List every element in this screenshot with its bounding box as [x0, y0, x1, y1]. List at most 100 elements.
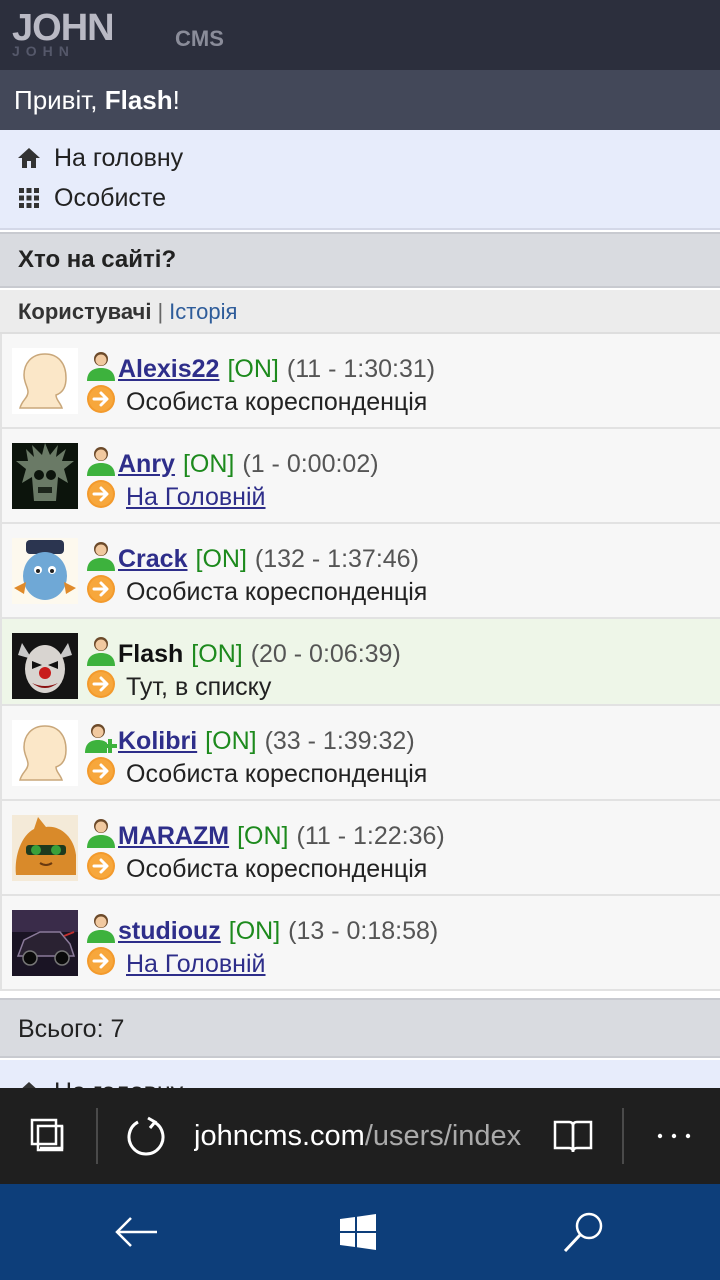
toolbar-divider — [96, 1108, 98, 1164]
nav-home-label: На головну — [54, 143, 184, 172]
username-link: Flash — [118, 639, 184, 668]
grid-icon — [19, 188, 39, 208]
tab-history[interactable]: Історія — [169, 299, 237, 324]
tab-users: Користувачі — [18, 299, 152, 324]
more-button[interactable] — [646, 1088, 702, 1184]
site-header: JOHN JOHN CMS — [0, 0, 720, 70]
user-location[interactable]: На Головній — [126, 950, 266, 979]
user-location: Особиста кореспонденція — [126, 854, 428, 883]
username-link[interactable]: Kolibri — [118, 727, 197, 756]
user-location[interactable]: На Головній — [126, 483, 266, 512]
svg-text:JOHN: JOHN — [12, 43, 75, 59]
user-row: Anry [ON] (1 - 0:00:02) На Головній — [0, 429, 720, 524]
default-avatar[interactable] — [12, 720, 78, 786]
system-nav-bar — [0, 1184, 720, 1280]
toolbar-divider — [622, 1108, 624, 1164]
online-status: [ON] — [205, 726, 257, 755]
arrow-right-icon — [84, 669, 126, 706]
tab-separator: | — [157, 299, 164, 324]
user-meta: (11 - 1:22:36) — [296, 821, 445, 850]
url-host: johncms.com — [194, 1120, 365, 1152]
online-status: [ON] — [227, 354, 279, 383]
system-search-button[interactable] — [524, 1184, 644, 1280]
arrow-right-icon — [84, 756, 126, 793]
svg-text:CMS: CMS — [175, 26, 224, 51]
tabs-button[interactable] — [20, 1088, 76, 1184]
skull-avatar[interactable] — [12, 443, 78, 509]
section-title: Хто на сайті? — [0, 232, 720, 288]
username-link[interactable]: Alexis22 — [118, 355, 219, 384]
user-location-line: Тут, в списку — [84, 669, 272, 706]
search-icon — [563, 1212, 603, 1253]
user-row: Flash [ON] (20 - 0:06:39) Тут, в списку — [0, 619, 720, 706]
username-link[interactable]: studiouz — [118, 917, 221, 946]
user-location: Тут, в списку — [126, 672, 272, 701]
blue-toy-avatar[interactable] — [12, 538, 78, 604]
user-location: Особиста кореспонденція — [126, 577, 428, 606]
user-location-line: Особиста кореспонденція — [84, 384, 428, 421]
arrow-right-icon — [84, 946, 126, 983]
reading-view-button[interactable] — [548, 1088, 598, 1184]
user-row: studiouz [ON] (13 - 0:18:58) На Головній — [0, 896, 720, 991]
greeting-bar: Привіт, Flash! — [0, 70, 720, 130]
user-meta: (1 - 0:00:02) — [242, 449, 379, 478]
nav-personal-label: Особисте — [54, 183, 166, 212]
user-info-line: Flash [ON] (20 - 0:06:39) — [84, 636, 401, 671]
online-status: [ON] — [228, 916, 281, 945]
default-avatar[interactable] — [12, 348, 78, 414]
total-count: Всього: 7 — [0, 998, 720, 1058]
user-location-line: Особиста кореспонденція — [84, 756, 428, 793]
nav-home[interactable]: На головну — [16, 140, 183, 176]
clown-avatar[interactable] — [12, 633, 78, 699]
cat-avatar[interactable] — [12, 815, 78, 881]
arrow-right-icon — [84, 574, 126, 611]
user-row: Crack [ON] (132 - 1:37:46) Особиста кореспо… — [0, 524, 720, 619]
user-list: Alexis22 [ON] (11 - 1:30:31) Особиста корес… — [0, 334, 720, 991]
arrow-right-icon — [84, 479, 126, 516]
user-row: MARAZM [ON] (11 - 1:22:36) Особиста кореспо… — [0, 801, 720, 896]
user-info-line: Alexis22 [ON] (11 - 1:30:31) — [84, 351, 436, 386]
sub-tabs: Користувачі | Історія — [0, 290, 720, 334]
user-meta: (11 - 1:30:31) — [286, 354, 436, 383]
user-location-line: Особиста кореспонденція — [84, 574, 428, 611]
user-meta: (132 - 1:37:46) — [254, 544, 419, 573]
user-row: Alexis22 [ON] (11 - 1:30:31) Особиста корес… — [0, 334, 720, 429]
footer-nav: На головну — [0, 1060, 720, 1090]
username-link[interactable]: Anry — [118, 450, 175, 479]
user-row: Kolibri [ON] (33 - 1:39:32) Особиста коресп… — [0, 706, 720, 801]
browser-toolbar: johncms.com/users/index — [0, 1088, 720, 1184]
more-icon — [657, 1133, 691, 1139]
top-nav: На головну Особисте — [0, 130, 720, 230]
greeting-suffix: ! — [172, 85, 180, 115]
tabs-icon — [30, 1118, 64, 1152]
system-back-button[interactable] — [76, 1184, 196, 1280]
nav-personal[interactable]: Особисте — [16, 180, 166, 216]
online-status: [ON] — [182, 449, 235, 478]
greeting-prefix: Привіт, — [14, 85, 105, 115]
book-icon — [553, 1120, 593, 1153]
user-info-line: MARAZM [ON] (11 - 1:22:36) — [84, 818, 445, 853]
refresh-button[interactable] — [120, 1088, 172, 1184]
user-location: Особиста кореспонденція — [126, 759, 428, 788]
johncms-logo[interactable]: JOHN JOHN CMS — [10, 6, 260, 62]
user-info-line: Anry [ON] (1 - 0:00:02) — [84, 446, 379, 481]
username-link[interactable]: MARAZM — [118, 822, 229, 851]
car-avatar[interactable] — [12, 910, 78, 976]
user-meta: (33 - 1:39:32) — [264, 726, 415, 755]
user-location: Особиста кореспонденція — [126, 387, 428, 416]
user-location-line: На Головній — [84, 479, 266, 516]
address-bar[interactable]: johncms.com/users/index — [194, 1088, 526, 1184]
username-link[interactable]: Crack — [118, 545, 188, 574]
back-arrow-icon — [115, 1217, 157, 1247]
online-status: [ON] — [237, 821, 289, 850]
user-info-line: Kolibri [ON] (33 - 1:39:32) — [84, 723, 415, 758]
user-info-line: Crack [ON] (132 - 1:37:46) — [84, 541, 419, 576]
windows-icon — [340, 1214, 376, 1250]
online-status: [ON] — [191, 639, 243, 668]
url-path: /users/index — [364, 1120, 522, 1152]
user-meta: (20 - 0:06:39) — [250, 639, 401, 668]
home-icon — [18, 148, 40, 168]
arrow-right-icon — [84, 384, 126, 421]
system-home-button[interactable] — [298, 1184, 418, 1280]
user-info-line: studiouz [ON] (13 - 0:18:58) — [84, 913, 438, 948]
